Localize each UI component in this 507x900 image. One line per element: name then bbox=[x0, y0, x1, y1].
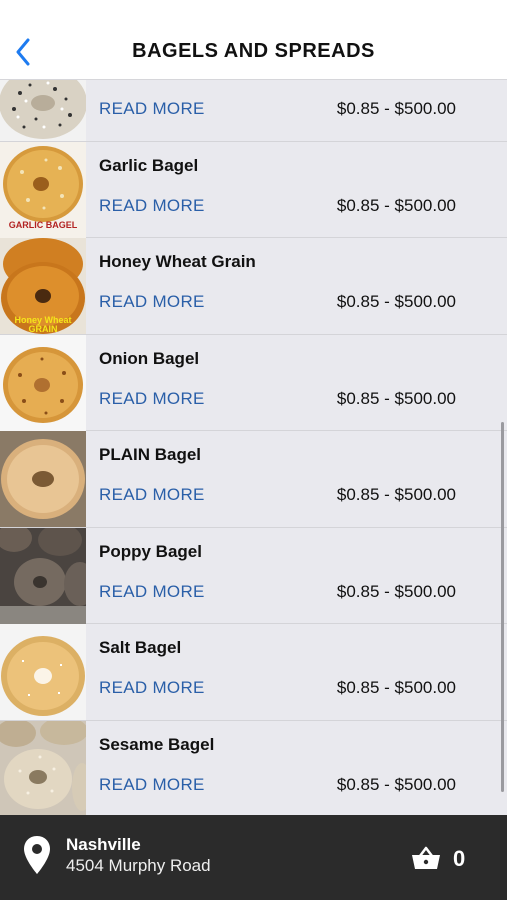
product-row[interactable]: PLAIN Bagel READ MORE $0.85 - $500.00 bbox=[0, 431, 507, 528]
product-row[interactable]: Poppy Bagel READ MORE $0.85 - $500.00 bbox=[0, 527, 507, 624]
price-range: $0.85 - $500.00 bbox=[336, 292, 456, 311]
product-name: Salt Bagel bbox=[99, 638, 182, 657]
product-name: PLAIN Bagel bbox=[99, 445, 202, 464]
map-pin-icon bbox=[24, 836, 50, 874]
price-range: $0.85 - $500.00 bbox=[336, 485, 456, 504]
read-more-link[interactable]: READ MORE bbox=[99, 99, 205, 119]
product-image-salt-bagel bbox=[0, 624, 86, 720]
cart-count: 0 bbox=[453, 846, 466, 871]
read-more-link[interactable]: READ MORE bbox=[99, 485, 205, 505]
product-image-sesame-bagel bbox=[0, 720, 86, 815]
read-more-link[interactable]: READ MORE bbox=[99, 582, 205, 602]
product-image-garlic-bagel: GARLIC BAGEL bbox=[0, 141, 86, 238]
scrollbar[interactable] bbox=[501, 422, 504, 792]
read-more-link[interactable]: READ MORE bbox=[99, 775, 205, 795]
location-button[interactable] bbox=[22, 835, 52, 880]
price-range: $0.85 - $500.00 bbox=[336, 678, 456, 697]
price-range: $0.85 - $500.00 bbox=[336, 388, 456, 408]
read-more-link[interactable]: READ MORE bbox=[99, 292, 205, 312]
product-image-everything-bagel bbox=[0, 80, 86, 141]
product-name: Onion Bagel bbox=[99, 348, 200, 368]
read-more-link[interactable]: READ MORE bbox=[99, 678, 205, 698]
product-image-poppy-bagel bbox=[0, 527, 86, 624]
product-list[interactable]: READ MORE $0.85 - $500.00 GARLIC BAGEL G… bbox=[0, 80, 507, 815]
image-caption: GARLIC BAGEL bbox=[8, 219, 78, 230]
price-range: $0.85 - $500.00 bbox=[336, 99, 456, 118]
product-image-plain-bagel bbox=[0, 431, 86, 527]
page-title: BAGELS AND SPREADS bbox=[132, 40, 375, 62]
product-row[interactable]: Salt Bagel READ MORE $0.85 - $500.00 bbox=[0, 624, 507, 721]
product-name: Poppy Bagel bbox=[99, 541, 202, 561]
product-name: Sesame Bagel bbox=[99, 734, 215, 754]
store-address: 4504 Murphy Road bbox=[66, 856, 211, 875]
product-row[interactable]: GARLIC BAGEL Garlic Bagel READ MORE $0.8… bbox=[0, 141, 507, 238]
product-row[interactable]: Onion Bagel READ MORE $0.85 - $500.00 bbox=[0, 334, 507, 431]
product-image-onion-bagel bbox=[0, 334, 86, 431]
read-more-link[interactable]: READ MORE bbox=[99, 196, 205, 216]
product-name: Honey Wheat Grain bbox=[99, 252, 256, 271]
product-row[interactable]: Honey Wheat GRAIN Honey Wheat Grain READ… bbox=[0, 238, 507, 335]
read-more-link[interactable]: READ MORE bbox=[99, 389, 205, 409]
product-row[interactable]: READ MORE $0.85 - $500.00 bbox=[0, 80, 507, 142]
product-name: Garlic Bagel bbox=[99, 155, 199, 175]
product-row[interactable]: Sesame Bagel READ MORE $0.85 - $500.00 bbox=[0, 720, 507, 815]
price-range: $0.85 - $500.00 bbox=[336, 774, 456, 794]
navigation-bar: BAGELS AND SPREADS bbox=[0, 0, 507, 80]
image-caption: Honey Wheat GRAIN bbox=[14, 315, 72, 334]
product-image-honey-wheat-bagel: Honey Wheat GRAIN bbox=[0, 238, 86, 334]
price-range: $0.85 - $500.00 bbox=[336, 195, 456, 215]
basket-icon bbox=[412, 846, 440, 869]
store-city: Nashville bbox=[66, 835, 141, 854]
price-range: $0.85 - $500.00 bbox=[336, 581, 456, 601]
store-footer: Nashville 4504 Murphy Road 0 bbox=[0, 815, 507, 900]
cart-button[interactable] bbox=[411, 846, 441, 875]
